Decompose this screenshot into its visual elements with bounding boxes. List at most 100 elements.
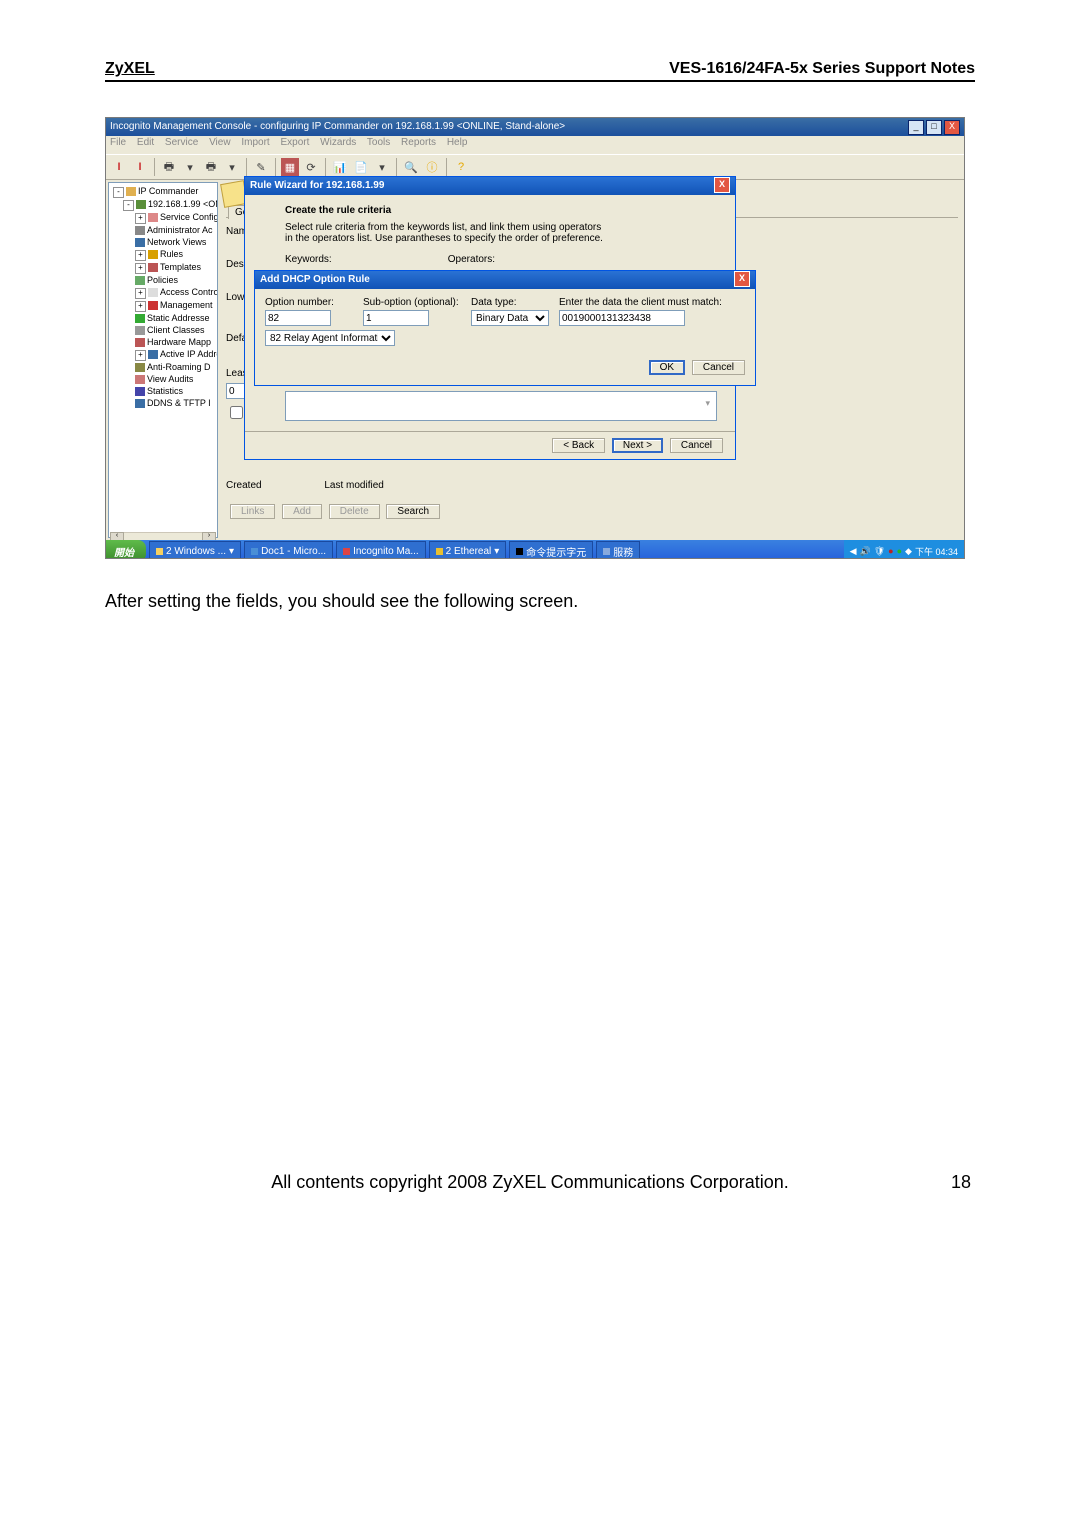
tree-item[interactable]: Management <box>160 300 213 310</box>
tree-host[interactable]: 192.168.1.99 <ONL <box>148 199 218 209</box>
chart-icon[interactable]: 📊 <box>331 158 349 176</box>
tree-item[interactable]: Templates <box>160 262 201 272</box>
chevron-down-icon[interactable]: ▾ <box>373 158 391 176</box>
wizard-close-button[interactable]: X <box>714 177 730 193</box>
cancel-button[interactable]: Cancel <box>670 438 723 453</box>
ethereal-icon <box>436 548 443 555</box>
tray-icon[interactable]: ◀ <box>850 546 857 557</box>
add-dhcp-option-dialog: Add DHCP Option Rule X Option number: 82… <box>254 270 756 386</box>
next-button[interactable]: Next > <box>612 438 663 453</box>
tool-1-icon[interactable]: I <box>110 158 128 176</box>
print-icon[interactable]: 🖶 <box>160 158 178 176</box>
tree-scrollbar[interactable]: ‹ › <box>110 532 216 540</box>
label-option-number: Option number: <box>265 297 355 308</box>
taskbar-item[interactable]: Doc1 - Micro... <box>244 541 333 559</box>
refresh-icon[interactable]: ⟳ <box>302 158 320 176</box>
menu-help[interactable]: Help <box>447 137 468 148</box>
tree-item[interactable]: Policies <box>147 275 178 285</box>
cancel-button[interactable]: Cancel <box>692 360 745 375</box>
tool-2-icon[interactable]: I <box>131 158 149 176</box>
tree-item[interactable]: Rules <box>160 249 183 259</box>
close-button[interactable]: X <box>944 120 960 135</box>
app-icon <box>343 548 350 555</box>
delete-button[interactable]: Delete <box>329 504 380 519</box>
links-button[interactable]: Links <box>230 504 275 519</box>
menu-wizards[interactable]: Wizards <box>320 137 356 148</box>
cmd-icon <box>516 548 523 555</box>
tray-icon[interactable]: ◆ <box>905 546 912 557</box>
taskbar-item[interactable]: Incognito Ma... <box>336 541 426 559</box>
chevron-down-icon[interactable]: ▾ <box>181 158 199 176</box>
taskbar-item[interactable]: 服務 <box>596 541 640 559</box>
taskbar-item[interactable]: 命令提示字元 <box>509 541 593 559</box>
tree-item[interactable]: Statistics <box>147 386 183 396</box>
screenshot: Incognito Management Console - configuri… <box>105 117 965 559</box>
chevron-down-icon[interactable]: ▾ <box>223 158 241 176</box>
tree-item[interactable]: View Audits <box>147 374 193 384</box>
tree-item[interactable]: Hardware Mapp <box>147 337 211 347</box>
minimize-button[interactable]: _ <box>908 120 924 135</box>
caption-text: After setting the fields, you should see… <box>105 591 975 612</box>
option-number-input[interactable] <box>265 310 331 326</box>
menu-reports[interactable]: Reports <box>401 137 436 148</box>
system-tray[interactable]: ◀ 🔊 🛡 ● ● ◆ 下午 04:34 <box>844 540 964 559</box>
menu-tools[interactable]: Tools <box>367 137 390 148</box>
doc-icon[interactable]: 📄 <box>352 158 370 176</box>
tray-icon[interactable]: ● <box>888 546 893 556</box>
window-title: Incognito Management Console - configuri… <box>110 118 565 136</box>
tray-icon[interactable]: 🔊 <box>860 546 871 557</box>
menu-view[interactable]: View <box>209 137 231 148</box>
search-button[interactable]: Search <box>386 504 440 519</box>
label-match-data: Enter the data the client must match: <box>559 297 729 308</box>
sub-option-input[interactable] <box>363 310 429 326</box>
label-operators: Operators: <box>448 254 495 265</box>
tree-item[interactable]: Network Views <box>147 237 206 247</box>
menu-edit[interactable]: Edit <box>137 137 154 148</box>
label-data-type: Data type: <box>471 297 551 308</box>
word-icon <box>251 548 258 555</box>
tree-root[interactable]: IP Commander <box>138 186 198 196</box>
match-data-input[interactable] <box>559 310 685 326</box>
add-button[interactable]: Add <box>282 504 322 519</box>
label-last-modified: Last modified <box>324 480 383 491</box>
data-type-select[interactable]: Binary Data <box>471 310 549 326</box>
help-icon[interactable]: ? <box>452 158 470 176</box>
unli-checkbox[interactable] <box>230 406 243 419</box>
tree-item[interactable]: Anti-Roaming D <box>147 362 211 372</box>
tree-item[interactable]: Administrator Ac <box>147 225 213 235</box>
print2-icon[interactable]: 🖶 <box>202 158 220 176</box>
search-icon[interactable]: 🔍 <box>402 158 420 176</box>
dhcp-title: Add DHCP Option Rule <box>260 271 370 289</box>
wizard-heading: Create the rule criteria <box>285 205 717 216</box>
menu-export[interactable]: Export <box>280 137 309 148</box>
label-sub-option: Sub-option (optional): <box>363 297 463 308</box>
ok-button[interactable]: OK <box>649 360 685 375</box>
menu-file[interactable]: File <box>110 137 126 148</box>
tray-icon[interactable]: ● <box>897 546 902 556</box>
chevron-down-icon[interactable]: ▾ <box>705 398 710 409</box>
menu-import[interactable]: Import <box>241 137 269 148</box>
chevron-down-icon: ▾ <box>494 546 499 557</box>
tree-item[interactable]: Access Control <box>160 287 218 297</box>
label-keywords: Keywords: <box>285 254 445 265</box>
tree-item[interactable]: Service Configu <box>160 212 218 222</box>
tree-item[interactable]: Active IP Addre <box>160 349 218 359</box>
relay-agent-select[interactable]: 82 Relay Agent Information <box>265 330 395 346</box>
start-button[interactable]: 開始 <box>106 540 146 559</box>
doc-brand: ZyXEL <box>105 60 155 78</box>
nav-tree[interactable]: -IP Commander -192.168.1.99 <ONL +Servic… <box>108 182 218 538</box>
maximize-button[interactable]: □ <box>926 120 942 135</box>
menu-service[interactable]: Service <box>165 137 198 148</box>
tree-item[interactable]: Client Classes <box>147 325 205 335</box>
info-icon[interactable]: ⓘ <box>423 158 441 176</box>
dhcp-close-button[interactable]: X <box>734 271 750 287</box>
pencil-icon[interactable]: ✎ <box>252 158 270 176</box>
taskbar-item[interactable]: 2 Ethereal▾ <box>429 541 507 559</box>
tree-item[interactable]: DDNS & TFTP I <box>147 398 211 408</box>
taskbar-item[interactable]: 2 Windows ...▾ <box>149 541 241 559</box>
grid-icon[interactable]: ▦ <box>281 158 299 176</box>
tree-item[interactable]: Static Addresse <box>147 313 210 323</box>
tray-icon[interactable]: 🛡 <box>874 546 885 557</box>
back-button[interactable]: < Back <box>552 438 605 453</box>
chevron-down-icon: ▾ <box>229 546 234 557</box>
